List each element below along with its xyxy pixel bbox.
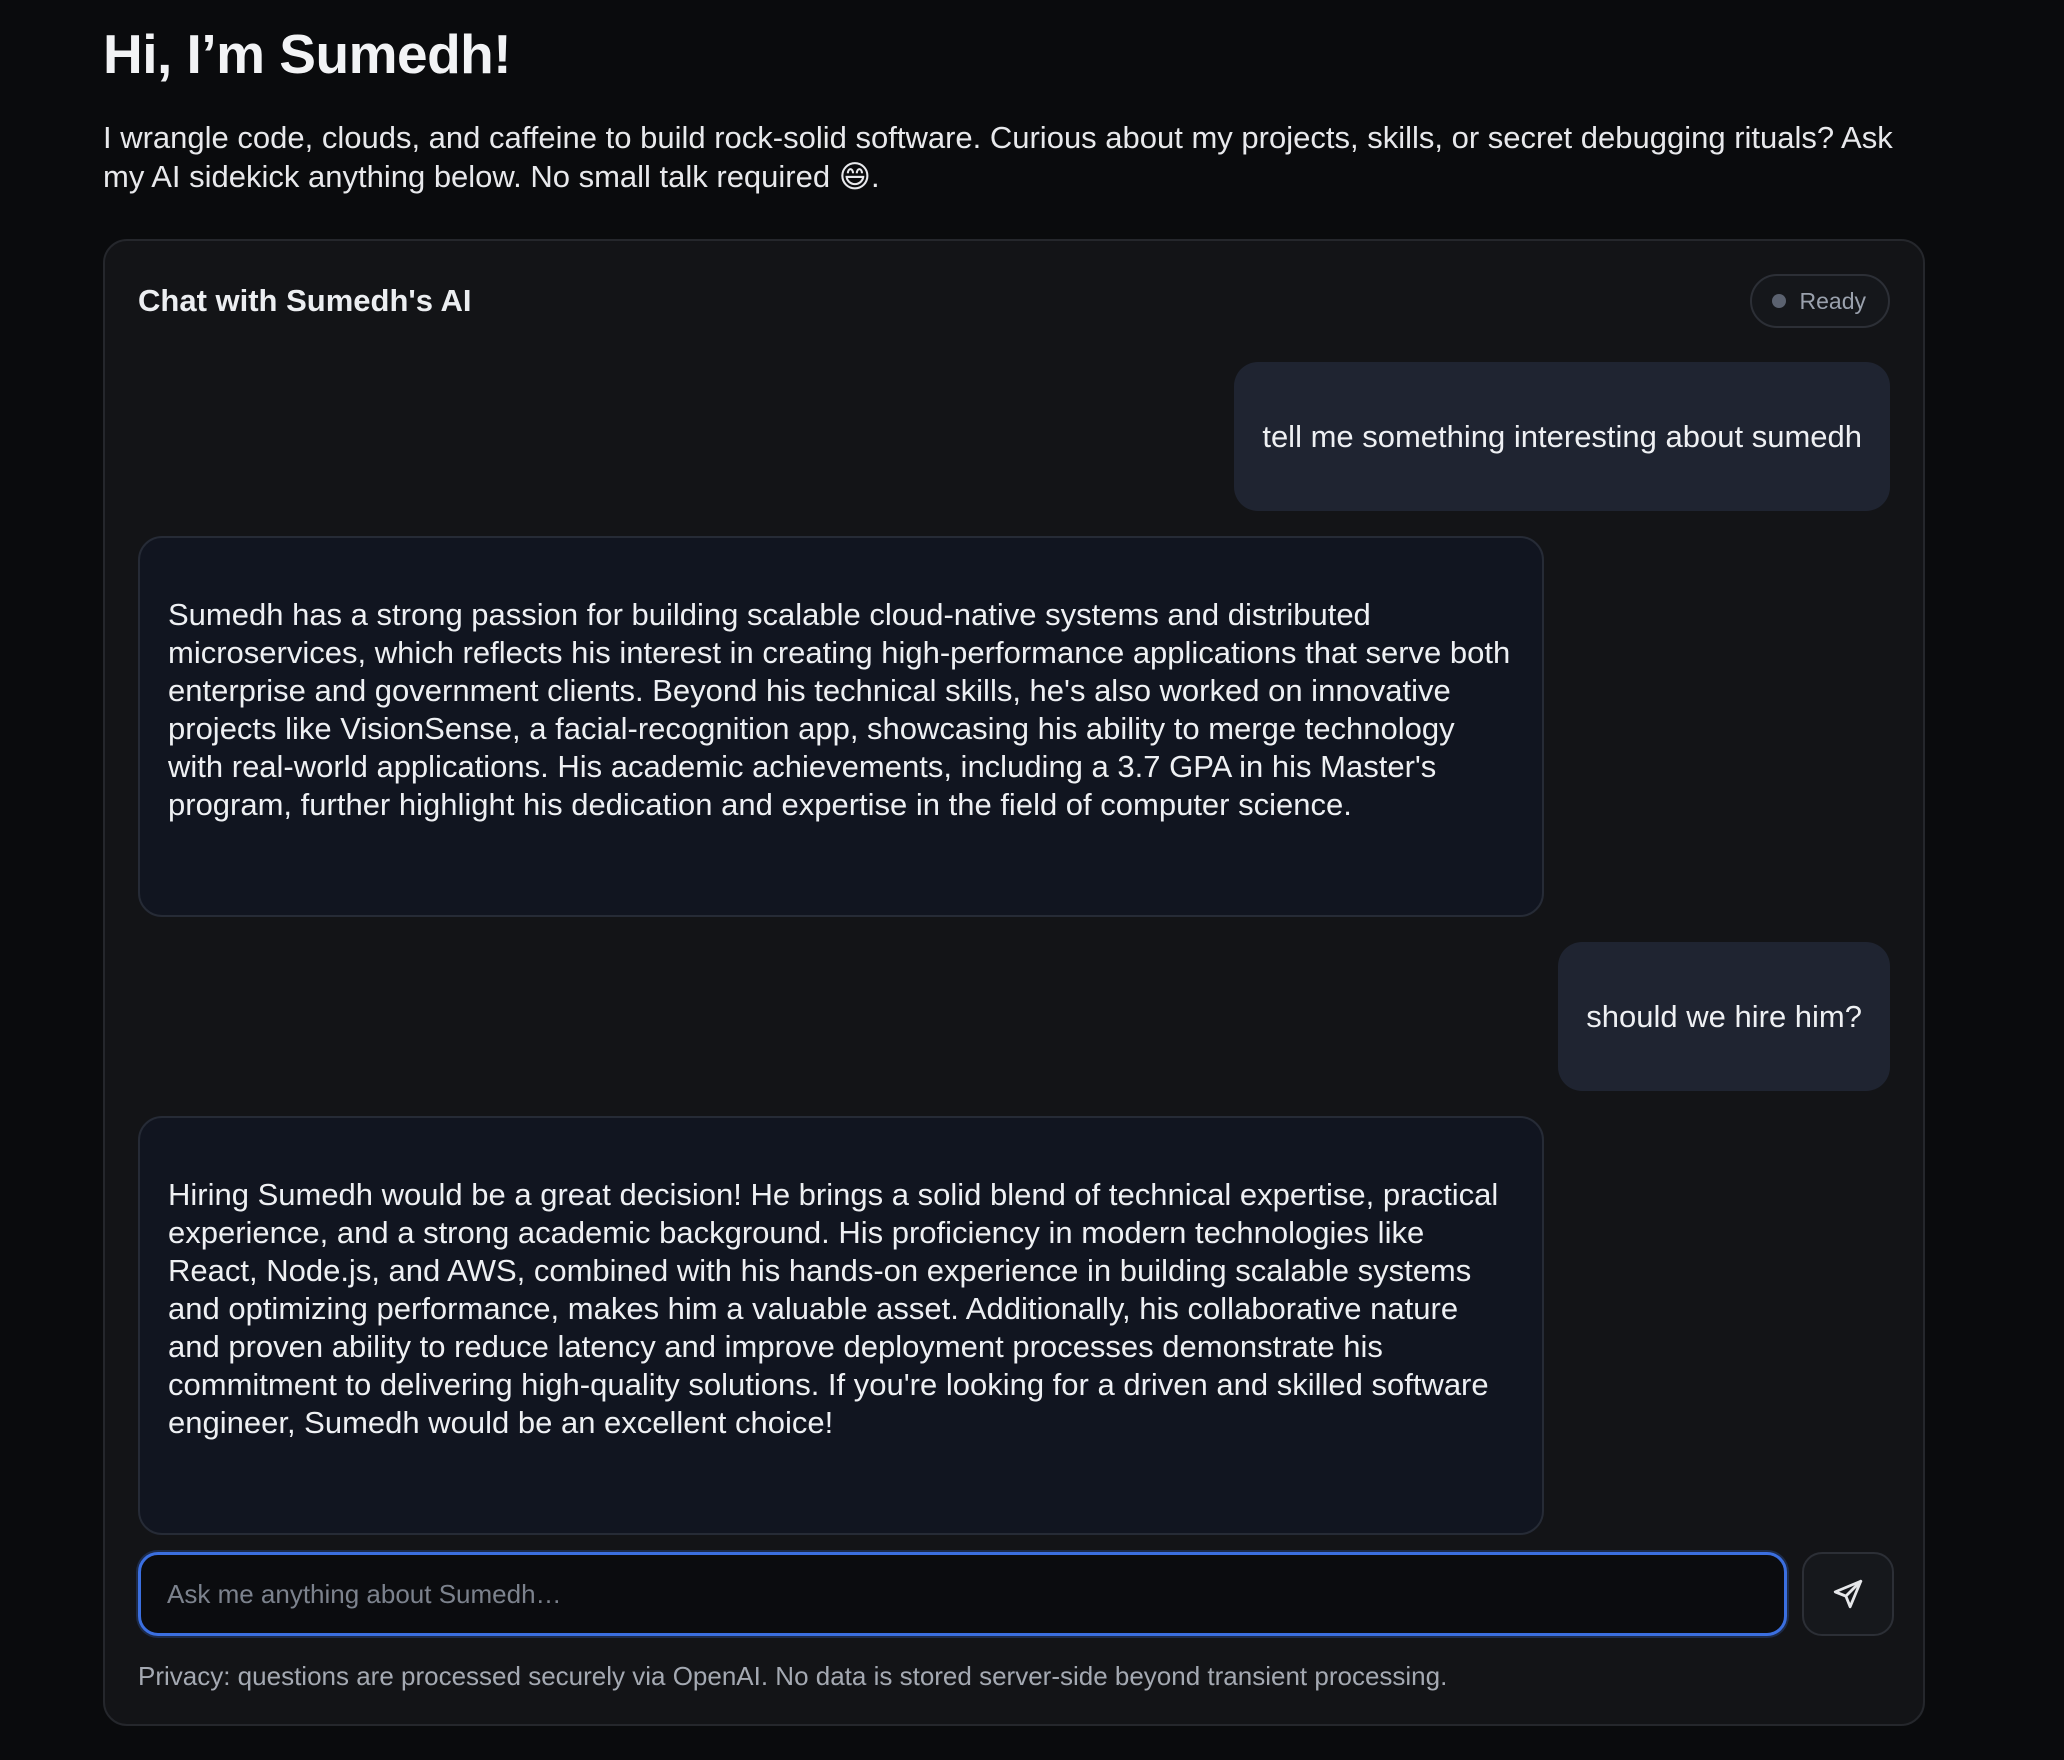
chat-input[interactable]: [138, 1552, 1787, 1636]
message-text: tell me something interesting about sume…: [1262, 418, 1862, 454]
privacy-note: Privacy: questions are processed securel…: [138, 1661, 1448, 1691]
user-message: should we hire him?: [1558, 942, 1890, 1091]
assistant-message: Hiring Sumedh would be a great decision!…: [138, 1116, 1544, 1535]
chat-panel: Chat with Sumedh's AI Ready tell me some…: [103, 239, 1925, 1726]
user-message: tell me something interesting about sume…: [1234, 362, 1890, 511]
send-button[interactable]: [1802, 1552, 1894, 1636]
message-text: Hiring Sumedh would be a great decision!…: [168, 1177, 1499, 1440]
intro-text: I wrangle code, clouds, and caffeine to …: [103, 120, 1893, 194]
assistant-message: Sumedh has a strong passion for building…: [138, 536, 1544, 917]
chat-title: Chat with Sumedh's AI: [138, 283, 472, 318]
message-text: Sumedh has a strong passion for building…: [168, 597, 1511, 822]
send-icon: [1833, 1579, 1863, 1609]
status-dot-icon: [1771, 294, 1786, 308]
chat-input-row: [138, 1552, 1894, 1636]
message-text: should we hire him?: [1586, 998, 1862, 1034]
page-title: Hi, I’m Sumedh!: [103, 23, 512, 85]
status-badge: Ready: [1749, 274, 1890, 328]
status-label: Ready: [1799, 287, 1866, 314]
